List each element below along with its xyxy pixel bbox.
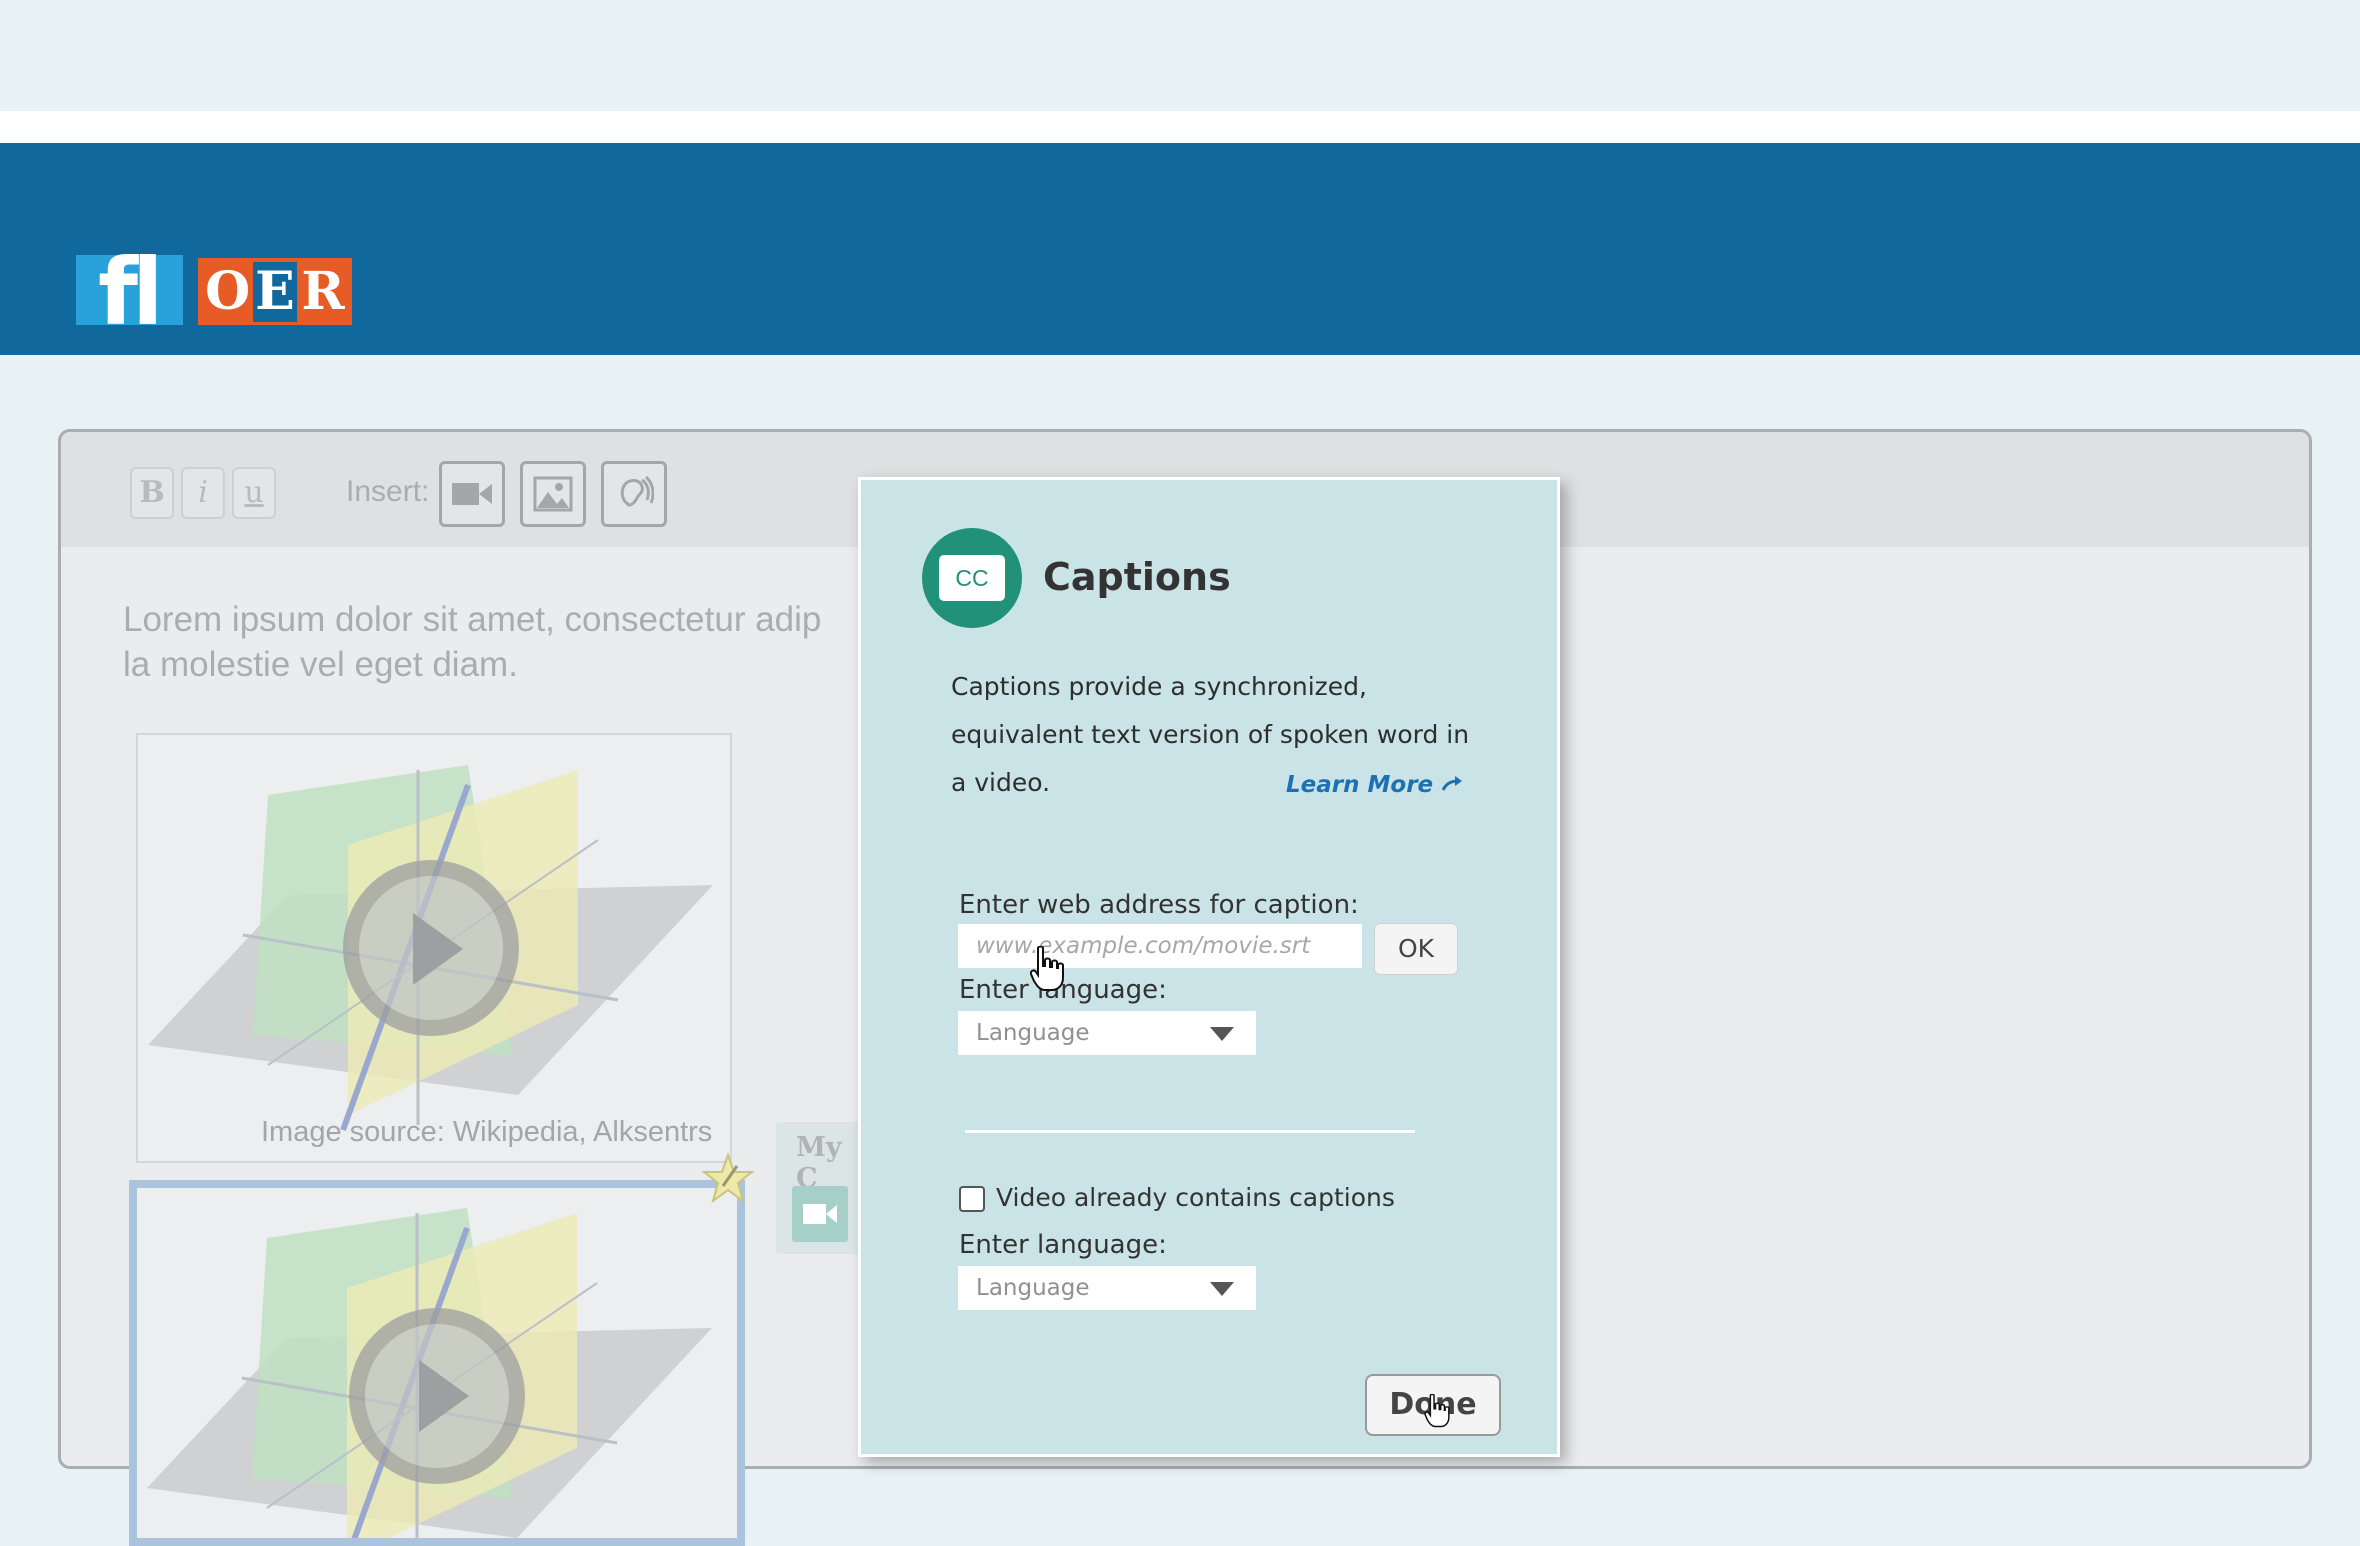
contains-captions-label[interactable]: Video already contains captions [996, 1183, 1395, 1212]
my-captions-tray[interactable]: My C [776, 1122, 866, 1254]
logo-letter-r: R [301, 260, 345, 322]
ok-button[interactable]: OK [1374, 923, 1458, 975]
insert-label: Insert: [346, 475, 430, 508]
section-divider [965, 1130, 1415, 1133]
star-edit-icon[interactable] [701, 1152, 755, 1206]
image-source-caption: Image source: Wikipedia, Alksentrs [261, 1116, 713, 1148]
contains-captions-checkbox[interactable] [959, 1186, 985, 1212]
top-strip [0, 111, 2360, 143]
image-icon [533, 476, 573, 512]
dialog-title: Captions [1043, 555, 1231, 599]
logo-fl-text: fl [98, 239, 164, 346]
hand-cursor-icon [1030, 946, 1064, 991]
app-header [0, 143, 2360, 355]
external-link-icon [1441, 776, 1463, 791]
insert-audio-button[interactable] [601, 461, 667, 527]
logo-fl-block: fl [76, 247, 183, 339]
tray-label: My C [796, 1132, 842, 1194]
video-icon [452, 483, 492, 505]
language-label-2: Enter language: [959, 1230, 1167, 1260]
video-icon [803, 1204, 837, 1224]
chevron-down-icon [1210, 1282, 1234, 1296]
italic-button[interactable]: i [181, 467, 225, 519]
learn-more-link[interactable]: Learn More [1286, 772, 1463, 798]
planes-illustration-2 [147, 1208, 712, 1538]
logo-oer-block: O E R [198, 258, 352, 325]
language-select-1[interactable]: Language [958, 1011, 1256, 1055]
bold-button[interactable]: B [130, 467, 174, 519]
logo-letter-o: O [205, 260, 251, 322]
cc-icon: CC [939, 555, 1005, 601]
url-label: Enter web address for caption: [959, 890, 1359, 920]
insert-video-button[interactable] [439, 461, 505, 527]
hand-cursor-icon-2 [1424, 1394, 1450, 1428]
learn-more-text: Learn More [1286, 772, 1434, 798]
planes-illustration [148, 765, 713, 1132]
video-thumbnail[interactable] [136, 733, 732, 1163]
insert-image-button[interactable] [520, 461, 586, 527]
tray-video-button[interactable] [792, 1186, 848, 1242]
logo-letter-e: E [253, 261, 297, 322]
language-select-2-value: Language [976, 1275, 1090, 1301]
language-select-1-value: Language [976, 1020, 1090, 1046]
language-select-2[interactable]: Language [958, 1266, 1256, 1310]
caption-url-input[interactable] [958, 924, 1362, 968]
captions-dialog: CC Captions Captions provide a synchroni… [858, 477, 1560, 1457]
underline-button[interactable]: u [232, 467, 276, 519]
captions-badge: CC [922, 528, 1022, 628]
selected-video-thumbnail[interactable] [129, 1180, 745, 1546]
floer-logo[interactable]: fl O E R [76, 225, 354, 339]
audio-icon [620, 475, 654, 507]
chevron-down-icon [1210, 1027, 1234, 1041]
